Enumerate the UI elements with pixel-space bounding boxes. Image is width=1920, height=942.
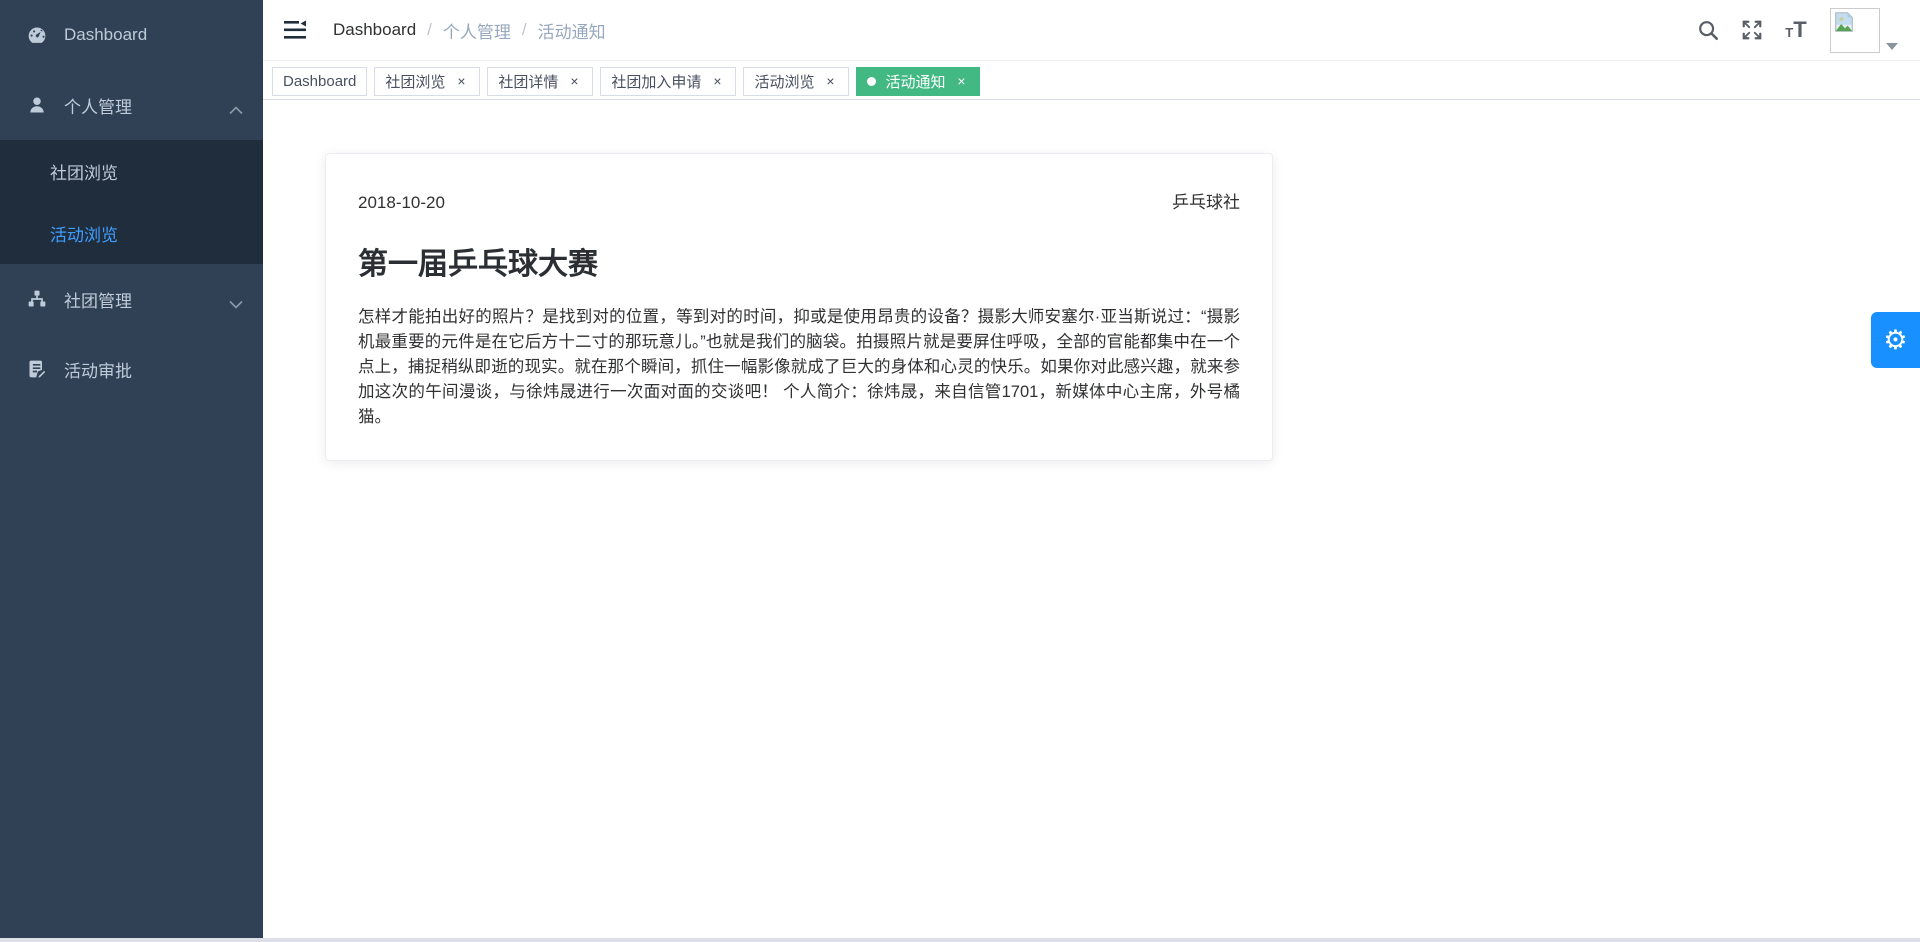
theme-settings-button[interactable]: ⚙ bbox=[1871, 312, 1920, 368]
close-icon[interactable]: × bbox=[709, 73, 725, 90]
search-icon bbox=[1699, 21, 1718, 40]
sidebar-item-activity-approval[interactable]: 活动审批 bbox=[0, 334, 263, 404]
breadcrumb-item-personal-mgmt: 个人管理 bbox=[442, 22, 511, 42]
fullscreen-button[interactable] bbox=[1730, 0, 1774, 61]
tags-view-bar: Dashboard 社团浏览 × 社团详情 × 社团加入申请 × 活动浏览 × … bbox=[263, 61, 1920, 100]
breadcrumb-separator: / bbox=[521, 20, 527, 39]
chevron-down-icon bbox=[229, 294, 243, 314]
tag-activity-notice[interactable]: 活动通知 × bbox=[856, 67, 981, 96]
close-icon[interactable]: × bbox=[453, 73, 469, 90]
active-dot bbox=[867, 77, 877, 86]
activity-notice-card: 2018-10-20 乒乓球社 第一届乒乓球大赛 怎样才能拍出好的照片？是找到对… bbox=[325, 153, 1273, 461]
tag-activity-browse[interactable]: 活动浏览 × bbox=[743, 67, 850, 96]
tag-label: 社团详情 bbox=[498, 74, 559, 91]
close-icon[interactable]: × bbox=[953, 73, 969, 90]
sidebar: Dashboard 个人管理 社团浏览 活动浏览 社团管理 活动审批 bbox=[0, 0, 263, 938]
tag-label: Dashboard bbox=[283, 73, 357, 90]
sidebar-item-label: Dashboard bbox=[64, 25, 148, 44]
close-icon[interactable]: × bbox=[566, 73, 582, 90]
notice-date: 2018-10-20 bbox=[358, 193, 445, 212]
gear-icon: ⚙ bbox=[1883, 324, 1908, 355]
tag-label: 社团浏览 bbox=[385, 74, 446, 91]
sidebar-item-label: 社团浏览 bbox=[50, 163, 118, 183]
sidebar-item-label: 活动审批 bbox=[64, 361, 132, 381]
breadcrumb-item-dashboard[interactable]: Dashboard bbox=[333, 20, 416, 40]
close-icon[interactable]: × bbox=[822, 73, 838, 90]
document-edit-icon bbox=[26, 358, 48, 380]
sidebar-item-label: 社团管理 bbox=[64, 291, 132, 311]
sidebar-toggle-button[interactable] bbox=[263, 19, 321, 41]
dashboard-gauge-icon bbox=[26, 24, 48, 46]
fullscreen-icon bbox=[1742, 20, 1762, 40]
bottom-scrollbar-track bbox=[0, 938, 1920, 942]
notice-club-name: 乒乓球社 bbox=[1172, 193, 1240, 212]
breadcrumb: Dashboard / 个人管理 / 活动通知 bbox=[333, 18, 606, 43]
sidebar-item-label: 个人管理 bbox=[64, 97, 132, 117]
sidebar-submenu-personal: 社团浏览 活动浏览 bbox=[0, 140, 263, 264]
search-button[interactable] bbox=[1686, 0, 1730, 61]
sitemap-icon bbox=[26, 288, 48, 310]
hamburger-icon bbox=[284, 20, 306, 39]
tag-club-detail[interactable]: 社团详情 × bbox=[487, 67, 594, 96]
tag-dashboard[interactable]: Dashboard bbox=[272, 67, 368, 96]
app-root: Dashboard 个人管理 社团浏览 活动浏览 社团管理 活动审批 Dashb… bbox=[0, 0, 1920, 942]
sidebar-item-dashboard[interactable]: Dashboard bbox=[0, 0, 263, 70]
person-icon bbox=[26, 94, 48, 116]
sidebar-item-club-browse[interactable]: 社团浏览 bbox=[0, 140, 263, 202]
tag-label: 活动通知 bbox=[885, 74, 946, 91]
main-content: 2018-10-20 乒乓球社 第一届乒乓球大赛 怎样才能拍出好的照片？是找到对… bbox=[263, 100, 1920, 938]
tag-club-browse[interactable]: 社团浏览 × bbox=[374, 67, 481, 96]
navbar-right-tools: TT bbox=[1686, 0, 1920, 61]
tag-club-join-request[interactable]: 社团加入申请 × bbox=[600, 67, 737, 96]
notice-card-header: 2018-10-20 乒乓球社 bbox=[358, 188, 1240, 213]
text-size-icon: TT bbox=[1785, 17, 1807, 42]
tag-label: 社团加入申请 bbox=[611, 74, 702, 91]
chevron-up-icon bbox=[229, 100, 243, 120]
tag-label: 活动浏览 bbox=[754, 74, 815, 91]
avatar[interactable] bbox=[1830, 7, 1880, 53]
broken-image-icon bbox=[1835, 11, 1853, 32]
notice-body: 怎样才能拍出好的照片？是找到对的位置，等到对的时间，抑或是使用昂贵的设备？摄影大… bbox=[358, 308, 1240, 426]
sidebar-item-label: 活动浏览 bbox=[50, 225, 118, 245]
sidebar-item-personal-mgmt[interactable]: 个人管理 bbox=[0, 70, 263, 140]
sidebar-item-club-mgmt[interactable]: 社团管理 bbox=[0, 264, 263, 334]
sidebar-item-activity-browse[interactable]: 活动浏览 bbox=[0, 202, 263, 264]
caret-down-icon[interactable] bbox=[1886, 42, 1898, 50]
top-navbar: Dashboard / 个人管理 / 活动通知 TT bbox=[263, 0, 1920, 61]
notice-title: 第一届乒乓球大赛 bbox=[358, 248, 598, 281]
text-size-button[interactable]: TT bbox=[1774, 0, 1818, 61]
breadcrumb-separator: / bbox=[427, 20, 432, 39]
breadcrumb-item-activity-notice: 活动通知 bbox=[537, 22, 606, 42]
